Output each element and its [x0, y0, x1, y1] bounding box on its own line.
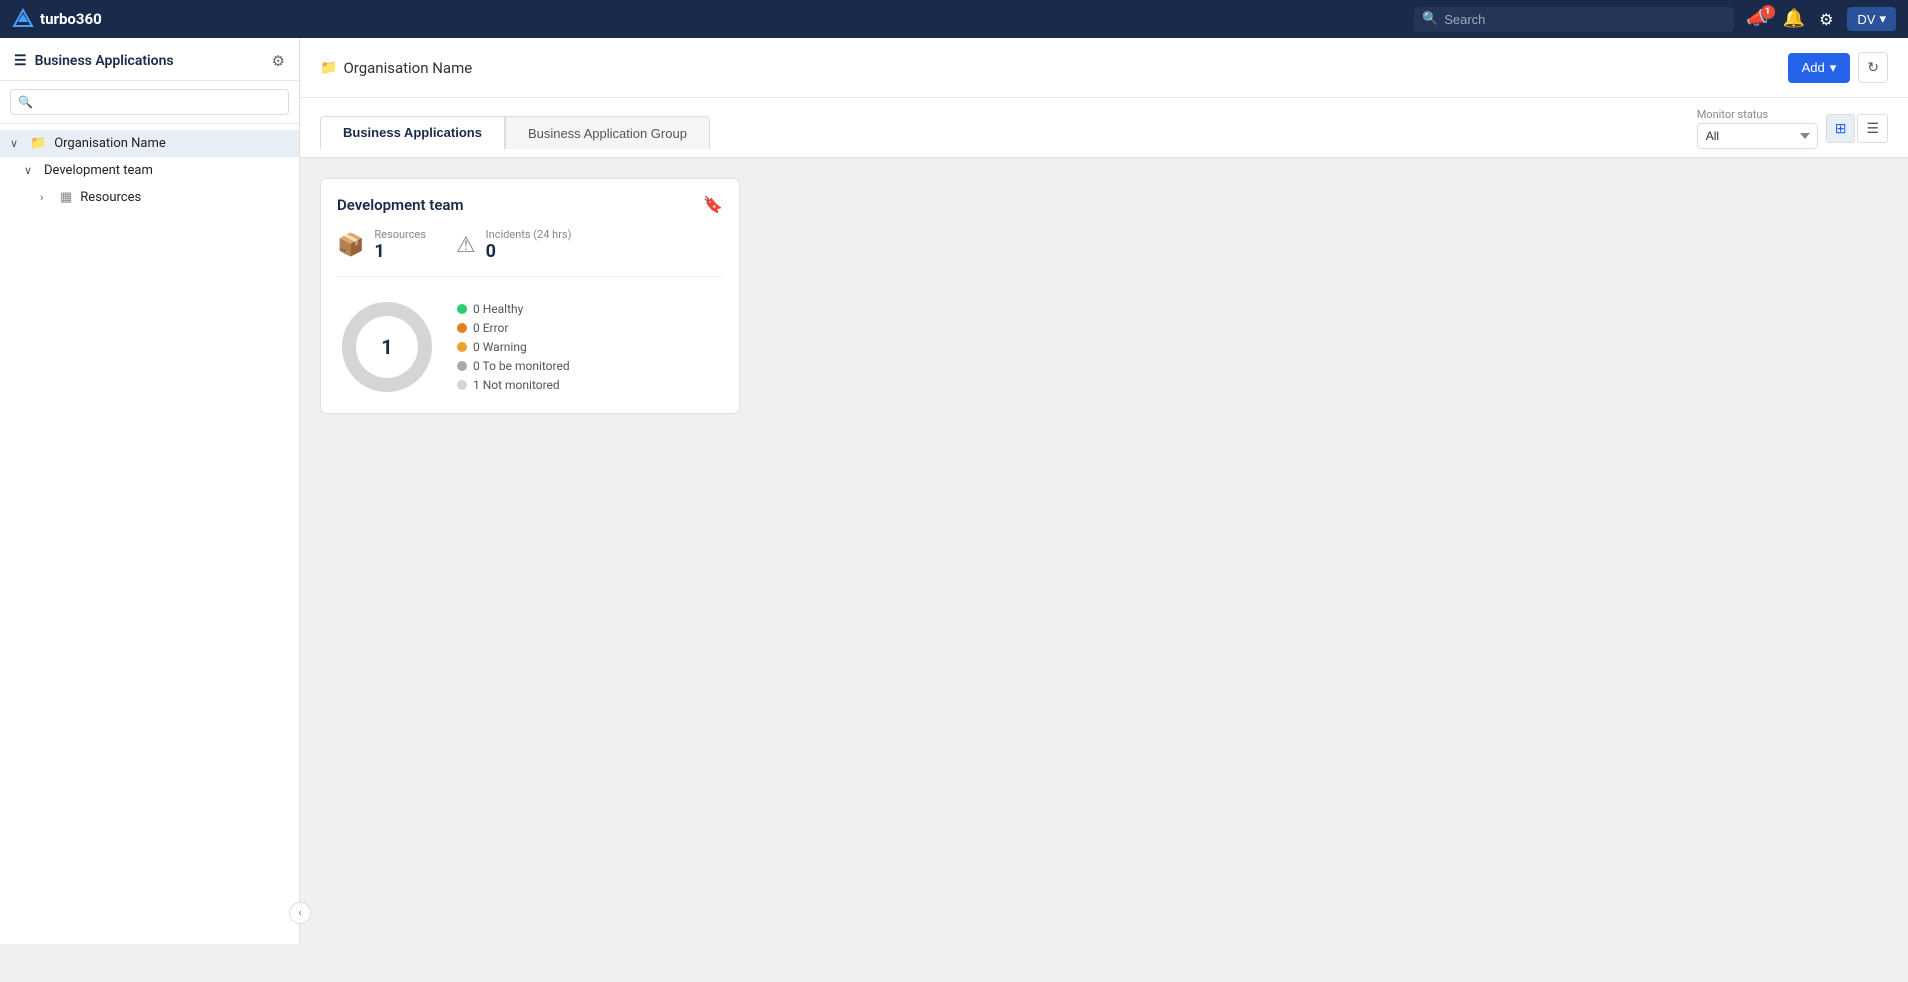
- view-toggle: ⊞ ☰: [1826, 114, 1888, 143]
- chart-legend: 0 Healthy 0 Error 0 Warning 0 To be: [457, 302, 570, 392]
- sidebar: ☰ Business Applications ⚙ 🔍 ∨ 📁 Organisa…: [0, 38, 300, 944]
- breadcrumb-folder-icon: 📁: [320, 60, 337, 76]
- logo-icon: [12, 8, 34, 30]
- breadcrumb-text: Organisation Name: [343, 59, 472, 77]
- sidebar-search-input[interactable]: [10, 89, 289, 115]
- refresh-button[interactable]: ↻: [1858, 52, 1888, 83]
- bell-icon: 🔔: [1783, 8, 1805, 29]
- resources-label: Resources: [374, 228, 426, 241]
- user-label: DV: [1857, 12, 1875, 27]
- app-name: turbo360: [40, 10, 102, 28]
- sidebar-tree: ∨ 📁 Organisation Name ∨ Development team…: [0, 124, 299, 944]
- sidebar-title-area: ☰ Business Applications: [14, 53, 174, 69]
- sidebar-settings-icon[interactable]: ⚙: [272, 52, 285, 70]
- not-monitored-dot: [457, 380, 467, 390]
- chevron-down-icon: ∨: [24, 164, 40, 177]
- tab-business-applications[interactable]: Business Applications: [320, 116, 505, 150]
- donut-chart: 1: [337, 297, 437, 397]
- sidebar-header: ☰ Business Applications ⚙: [0, 38, 299, 81]
- settings-icon[interactable]: ⚙: [1819, 10, 1833, 29]
- healthy-dot: [457, 304, 467, 314]
- legend-warning: 0 Warning: [457, 340, 570, 354]
- legend-not-monitored: 1 Not monitored: [457, 378, 570, 392]
- tabs-area: Business Applications Business Applicati…: [300, 98, 1908, 158]
- card-stats: 📦 Resources 1 ⚠ Incidents (24 hrs) 0: [337, 228, 723, 277]
- add-chevron-icon: ▾: [1830, 60, 1837, 76]
- content-area: Development team 🔖 📦 Resources 1 ⚠: [300, 158, 1908, 944]
- breadcrumb: 📁 Organisation Name: [320, 59, 472, 77]
- user-menu-button[interactable]: DV ▾: [1847, 7, 1896, 31]
- search-input[interactable]: [1414, 7, 1734, 32]
- notification-badge: 1: [1761, 5, 1775, 19]
- card-view-button[interactable]: ⊞: [1826, 114, 1856, 143]
- incidents-label: Incidents (24 hrs): [486, 228, 572, 241]
- sidebar-item-resources[interactable]: › ▦ Resources: [0, 184, 299, 211]
- sidebar-item-org-label: Organisation Name: [54, 136, 166, 151]
- monitor-status-select[interactable]: All Healthy Error Warning To be monitore…: [1697, 123, 1818, 149]
- not-monitored-label: 1 Not monitored: [473, 378, 560, 392]
- sidebar-item-resources-label: Resources: [80, 190, 141, 205]
- topnav-icons: 📣 1 🔔 ⚙ DV ▾: [1746, 7, 1896, 31]
- chevron-right-icon: ›: [40, 191, 56, 204]
- card-title: Development team: [337, 196, 464, 214]
- chevron-down-icon: ∨: [10, 137, 26, 150]
- resources-value: 1: [374, 241, 426, 262]
- main-area: 📁 Organisation Name Add ▾ ↻ Business App…: [300, 38, 1908, 944]
- to-be-monitored-label: 0 To be monitored: [473, 359, 570, 373]
- to-be-monitored-dot: [457, 361, 467, 371]
- topnav: turbo360 🔍 📣 1 🔔 ⚙ DV ▾: [0, 0, 1908, 38]
- tab-business-application-group[interactable]: Business Application Group: [505, 116, 710, 149]
- add-button[interactable]: Add ▾: [1788, 53, 1851, 83]
- legend-to-be-monitored: 0 To be monitored: [457, 359, 570, 373]
- monitor-status-control: Monitor status All Healthy Error Warning…: [1697, 108, 1818, 149]
- tabs: Business Applications Business Applicati…: [320, 116, 710, 149]
- monitor-status-label: Monitor status: [1697, 108, 1818, 121]
- notifications-button[interactable]: 📣 1: [1746, 10, 1768, 28]
- layout: ☰ Business Applications ⚙ 🔍 ∨ 📁 Organisa…: [0, 38, 1908, 944]
- error-label: 0 Error: [473, 321, 508, 335]
- grid-icon: ▦: [60, 190, 72, 205]
- sidebar-search-icon: 🔍: [18, 95, 33, 109]
- warning-label: 0 Warning: [473, 340, 527, 354]
- bell-button[interactable]: 🔔: [1783, 10, 1805, 28]
- warning-dot: [457, 342, 467, 352]
- add-label: Add: [1802, 60, 1825, 75]
- sidebar-title-label: Business Applications: [35, 53, 174, 69]
- chevron-down-icon: ▾: [1879, 11, 1886, 27]
- card-chart-area: 1 0 Healthy 0 Error 0 War: [337, 293, 723, 397]
- refresh-icon: ↻: [1867, 59, 1879, 75]
- search-icon: 🔍: [1422, 12, 1438, 27]
- incidents-stat: ⚠ Incidents (24 hrs) 0: [456, 228, 572, 262]
- sidebar-collapse-button[interactable]: ‹: [289, 902, 311, 924]
- tabs-right-controls: Monitor status All Healthy Error Warning…: [1697, 108, 1888, 157]
- card-header: Development team 🔖: [337, 195, 723, 214]
- main-actions: Add ▾ ↻: [1788, 52, 1888, 83]
- app-logo: turbo360: [12, 8, 102, 30]
- search-bar[interactable]: 🔍: [1414, 7, 1734, 32]
- error-dot: [457, 323, 467, 333]
- donut-center-value: 1: [381, 335, 392, 359]
- sidebar-item-devteam[interactable]: ∨ Development team: [0, 157, 299, 184]
- list-view-button[interactable]: ☰: [1857, 114, 1888, 143]
- business-apps-sidebar-icon: ☰: [14, 53, 27, 69]
- healthy-label: 0 Healthy: [473, 302, 523, 316]
- sidebar-item-devteam-label: Development team: [44, 163, 153, 178]
- resources-icon: 📦: [337, 233, 364, 258]
- main-header: 📁 Organisation Name Add ▾ ↻: [300, 38, 1908, 98]
- incidents-value: 0: [486, 241, 572, 262]
- incidents-icon: ⚠: [456, 233, 476, 258]
- legend-healthy: 0 Healthy: [457, 302, 570, 316]
- sidebar-search-area[interactable]: 🔍: [0, 81, 299, 124]
- development-team-card: Development team 🔖 📦 Resources 1 ⚠: [320, 178, 740, 414]
- bookmark-icon[interactable]: 🔖: [703, 195, 723, 214]
- resources-stat: 📦 Resources 1: [337, 228, 426, 262]
- legend-error: 0 Error: [457, 321, 570, 335]
- folder-icon: 📁: [30, 136, 46, 151]
- sidebar-item-org[interactable]: ∨ 📁 Organisation Name: [0, 130, 299, 157]
